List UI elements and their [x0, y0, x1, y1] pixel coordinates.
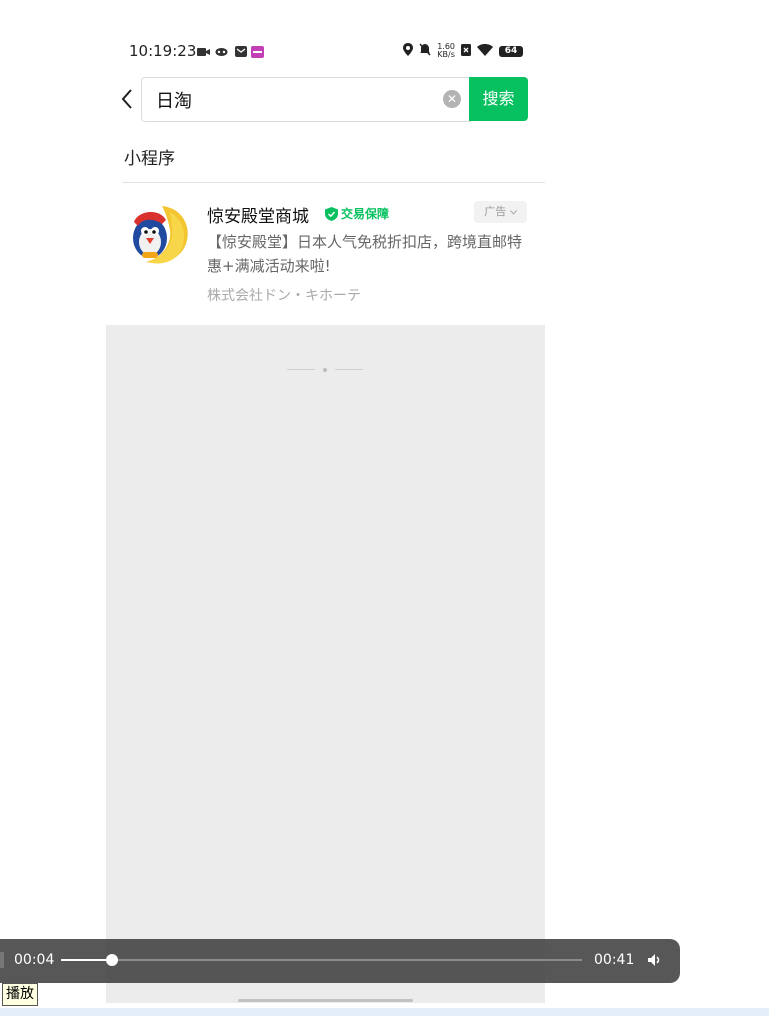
wifi-icon	[477, 43, 493, 59]
location-icon	[403, 43, 414, 59]
search-button[interactable]: 搜索	[469, 77, 528, 121]
divider	[122, 182, 545, 183]
trade-guarantee-badge: 交易保障	[325, 205, 389, 222]
phone-screen: 10:19:23 1.60 KB/s 64 日淘 ✕ 搜索 小程序 惊安殿堂商城…	[106, 28, 545, 1003]
video-icon	[197, 46, 210, 57]
net-speed: 1.60 KB/s	[437, 43, 455, 59]
status-bar: 10:19:23 1.60 KB/s 64	[106, 38, 545, 66]
progress-thumb[interactable]	[106, 954, 119, 966]
sim-off-icon	[461, 43, 471, 59]
back-chevron-icon	[121, 89, 132, 109]
shield-check-icon	[325, 206, 338, 221]
progress-bar[interactable]	[61, 954, 582, 966]
mail-icon	[234, 46, 247, 57]
volume-icon[interactable]	[647, 952, 665, 968]
status-time: 10:19:23	[129, 42, 197, 60]
progress-played	[61, 959, 113, 961]
mini-program-result[interactable]: 惊安殿堂商城 交易保障 广告 【惊安殿堂】日本人气免税折扣店，跨境直邮特惠+满减…	[106, 194, 545, 314]
search-input[interactable]: 日淘 ✕	[141, 77, 471, 122]
end-of-list-marker	[287, 367, 363, 372]
result-company: 株式会社ドン・キホーテ	[207, 288, 361, 304]
mute-icon	[419, 43, 431, 59]
current-time: 00:04	[14, 952, 55, 968]
result-description: 【惊安殿堂】日本人气免税折扣店，跨境直邮特惠+满减活动来啦!	[207, 233, 523, 275]
section-title: 小程序	[124, 149, 175, 169]
badge-text: 交易保障	[341, 207, 390, 221]
home-indicator	[238, 999, 413, 1002]
result-title: 惊安殿堂商城	[207, 207, 309, 227]
chevron-down-icon	[509, 210, 517, 215]
status-right: 1.60 KB/s 64	[403, 43, 523, 59]
taskbar-strip	[0, 1008, 769, 1016]
search-query: 日淘	[156, 91, 192, 112]
shop-app-icon	[251, 45, 264, 58]
net-speed-unit: KB/s	[437, 50, 455, 59]
total-time: 00:41	[594, 952, 635, 968]
ad-label[interactable]: 广告	[474, 201, 527, 223]
battery-indicator: 64	[499, 45, 523, 57]
clear-icon[interactable]: ✕	[443, 90, 461, 108]
mini-program-logo	[124, 204, 192, 266]
app-icon	[215, 46, 228, 57]
left-edge-control[interactable]	[0, 952, 4, 968]
play-tooltip: 播放	[2, 983, 38, 1006]
ad-label-text: 广告	[484, 205, 507, 218]
back-button[interactable]	[120, 88, 134, 110]
results-panel: 10:19:23 1.60 KB/s 64 日淘 ✕ 搜索 小程序 惊安殿堂商城…	[106, 28, 545, 325]
video-controls: 00:04 00:41	[0, 939, 680, 983]
